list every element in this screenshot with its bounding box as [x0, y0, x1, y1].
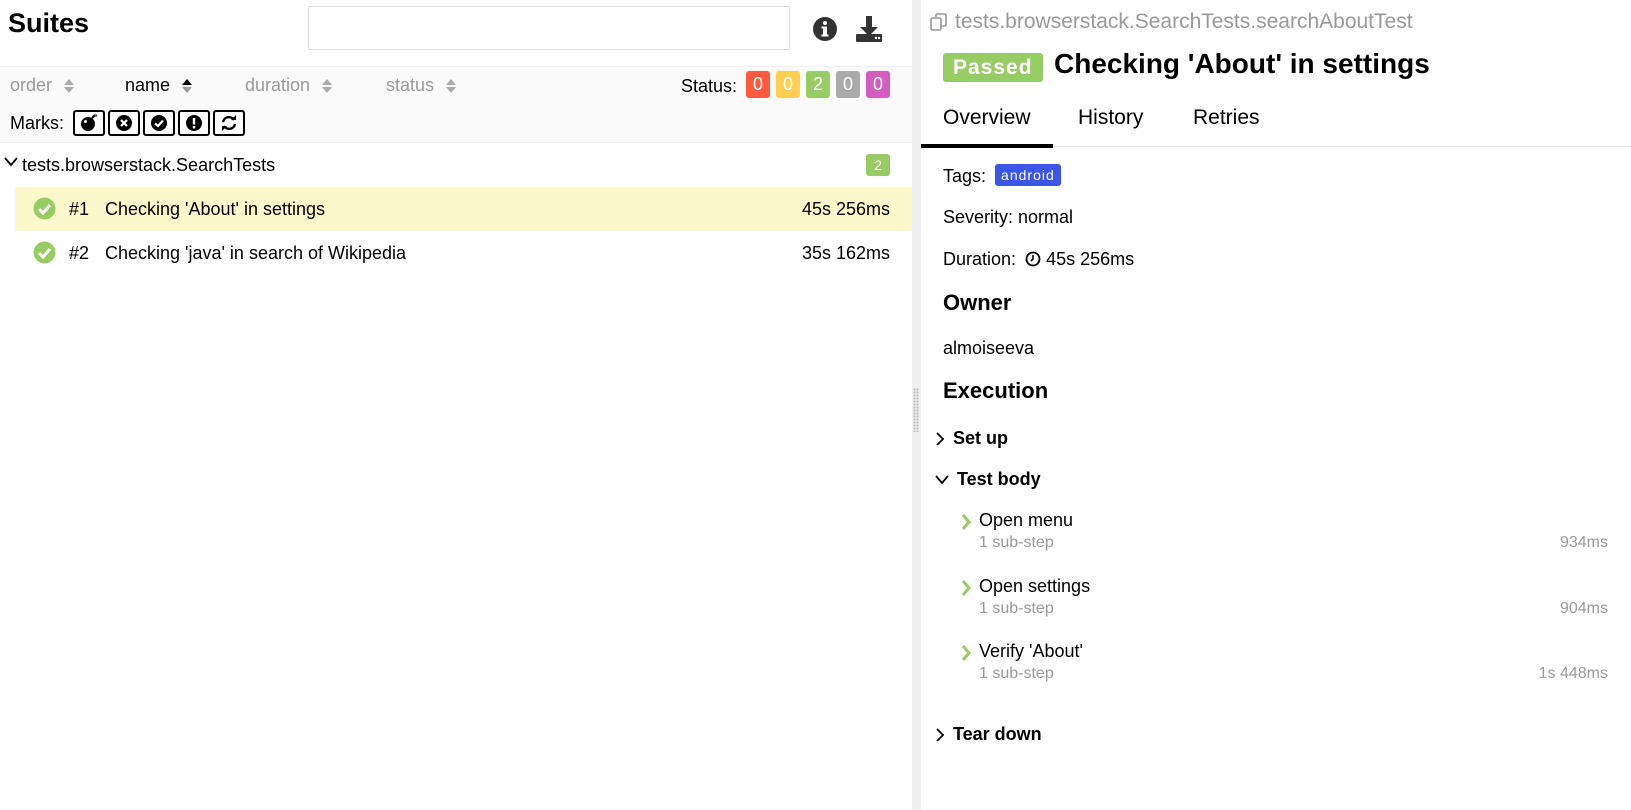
status-skipped-toggle[interactable]: 0: [836, 71, 860, 98]
marks-filter: [73, 110, 245, 136]
sub-step-row[interactable]: Open menu 1 sub-step 934ms: [961, 510, 1608, 560]
mark-new-failed-button[interactable]: [108, 110, 140, 136]
page-title: Suites: [8, 8, 90, 38]
sub-step-count: 1 sub-step: [979, 665, 1054, 682]
test-fullname[interactable]: tests.browserstack.SearchTests.searchAbo…: [929, 10, 1413, 34]
tags-label: Tags:: [943, 166, 987, 186]
suites-pane: Suites order name duration status Status…: [0, 0, 912, 810]
suite-group-name: tests.browserstack.SearchTests: [22, 155, 276, 175]
test-name: Checking 'About' in settings: [105, 199, 325, 219]
sub-step-time: 1s 448ms: [1538, 665, 1608, 682]
sort-name-label: name: [125, 75, 171, 95]
severity-line: Severity: normal: [943, 207, 1074, 227]
times-circle-icon: [116, 115, 132, 131]
tab-history[interactable]: History: [1078, 106, 1143, 130]
sub-step-name: Open settings: [979, 576, 1091, 596]
status-filter: 0 0 2 0 0: [746, 71, 890, 98]
duration-label: Duration:: [943, 249, 1017, 269]
sub-step-time: 934ms: [1559, 534, 1608, 551]
tag-badge: android: [995, 164, 1061, 186]
testbody-label: Test body: [957, 469, 1041, 489]
check-circle-icon: [151, 115, 167, 131]
tab-retries[interactable]: Retries: [1193, 106, 1260, 130]
marks-label: Marks:: [10, 113, 64, 133]
chevron-down-icon: [935, 474, 949, 484]
mark-flaky-button[interactable]: [73, 110, 105, 136]
clock-icon: [1025, 251, 1041, 267]
mark-new-passed-button[interactable]: [143, 110, 175, 136]
check-circle-icon: [33, 241, 56, 264]
splitter-grip-icon[interactable]: [913, 388, 919, 432]
test-number: #1: [69, 199, 90, 219]
status-unknown-toggle[interactable]: 0: [866, 71, 890, 98]
tags-line: Tags: android: [943, 164, 1061, 187]
exclamation-circle-icon: [186, 115, 202, 131]
test-tree: tests.browserstack.SearchTests 2 #1 Chec…: [0, 142, 912, 275]
status-passed-toggle[interactable]: 2: [806, 71, 830, 98]
sub-step-name: Verify 'About': [979, 641, 1083, 661]
chevron-right-icon: [961, 514, 971, 530]
sub-step-count: 1 sub-step: [979, 534, 1054, 551]
check-circle-icon: [33, 197, 56, 220]
refresh-icon: [221, 115, 237, 131]
mark-new-broken-button[interactable]: [178, 110, 210, 136]
testbody-step[interactable]: Test body: [935, 469, 1041, 490]
sort-name[interactable]: name: [125, 75, 193, 96]
search-input[interactable]: [308, 6, 790, 50]
suite-group-count-badge: 2: [866, 154, 890, 176]
setup-step[interactable]: Set up: [935, 428, 1008, 449]
sort-duration[interactable]: duration: [245, 75, 333, 96]
owner-heading: Owner: [943, 290, 1012, 315]
info-icon[interactable]: [810, 14, 840, 44]
test-duration: 45s 256ms: [801, 199, 890, 219]
copy-icon[interactable]: [929, 12, 949, 32]
duration-value: 45s 256ms: [1046, 249, 1135, 269]
test-row[interactable]: #1 Checking 'About' in settings 45s 256m…: [15, 187, 912, 231]
detail-tabs: Overview History Retries: [921, 100, 1631, 148]
status-filter-label: Status:: [681, 76, 738, 96]
sub-step-row[interactable]: Open settings 1 sub-step 904ms: [961, 576, 1608, 626]
chevron-right-icon: [936, 431, 945, 446]
sub-step-name: Open menu: [979, 510, 1074, 530]
chevron-right-icon: [961, 645, 971, 661]
teardown-label: Tear down: [953, 724, 1042, 744]
chevron-right-icon: [961, 580, 971, 596]
test-fullname-text: tests.browserstack.SearchTests.searchAbo…: [955, 10, 1413, 33]
sort-order[interactable]: order: [10, 75, 75, 96]
sub-step-time: 904ms: [1559, 600, 1608, 617]
sort-order-label: order: [10, 75, 53, 95]
duration-line: Duration: 45s 256ms: [943, 249, 1134, 270]
status-failed-toggle[interactable]: 0: [746, 71, 770, 98]
execution-heading: Execution: [943, 378, 1049, 403]
sort-duration-label: duration: [245, 75, 311, 95]
suite-group-row[interactable]: tests.browserstack.SearchTests 2: [0, 143, 912, 187]
setup-label: Set up: [953, 428, 1009, 448]
sort-status[interactable]: status: [386, 75, 457, 96]
status-broken-toggle[interactable]: 0: [776, 71, 800, 98]
test-duration: 35s 162ms: [801, 243, 890, 263]
mark-retries-button[interactable]: [213, 110, 245, 136]
sort-toolbar: order name duration status Status: 0 0 2…: [0, 66, 912, 142]
sort-arrows-icon: [446, 78, 457, 93]
chevron-right-icon: [936, 727, 945, 742]
test-detail-pane: tests.browserstack.SearchTests.searchAbo…: [921, 0, 1631, 810]
chevron-down-icon: [4, 157, 18, 167]
teardown-step[interactable]: Tear down: [935, 724, 1042, 745]
sort-arrows-icon: [64, 78, 75, 93]
sort-arrows-icon: [322, 78, 333, 93]
test-number: #2: [69, 243, 90, 263]
download-icon[interactable]: [854, 14, 884, 44]
test-title: Checking 'About' in settings: [1054, 48, 1430, 79]
owner-value: almoiseeva: [943, 338, 1035, 358]
test-name: Checking 'java' in search of Wikipedia: [105, 243, 407, 263]
sub-step-row[interactable]: Verify 'About' 1 sub-step 1s 448ms: [961, 641, 1608, 691]
status-badge: Passed: [943, 53, 1043, 82]
sort-arrows-icon: [182, 78, 193, 93]
bomb-icon: [81, 114, 98, 131]
sort-status-label: status: [386, 75, 435, 95]
sub-step-count: 1 sub-step: [979, 600, 1054, 617]
test-row[interactable]: #2 Checking 'java' in search of Wikipedi…: [15, 231, 912, 275]
tab-overview[interactable]: Overview: [921, 106, 1052, 148]
